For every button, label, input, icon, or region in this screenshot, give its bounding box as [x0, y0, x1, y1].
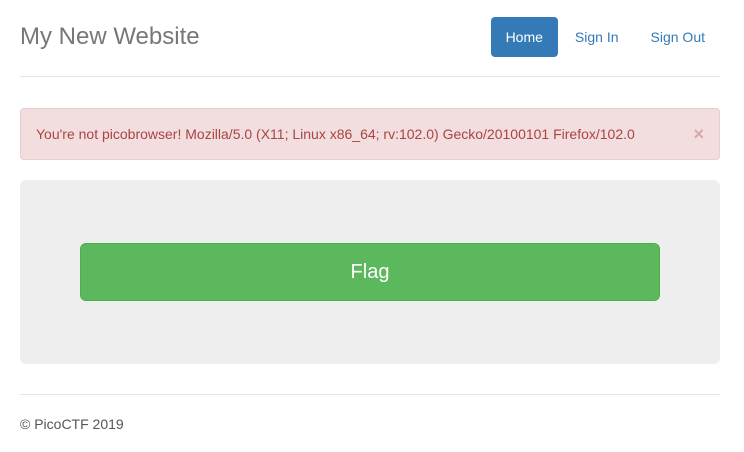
error-alert: You're not picobrowser! Mozilla/5.0 (X11… [20, 108, 720, 160]
footer: © PicoCTF 2019 [20, 394, 720, 452]
alert-message: You're not picobrowser! Mozilla/5.0 (X11… [36, 126, 635, 142]
footer-copyright: © PicoCTF 2019 [20, 416, 124, 432]
site-title: My New Website [20, 23, 200, 50]
nav-sign-out-link[interactable]: Sign Out [636, 17, 720, 57]
close-icon[interactable]: × [693, 109, 704, 159]
jumbotron: Flag [20, 180, 720, 364]
nav-home-link[interactable]: Home [490, 17, 558, 57]
page: My New Website Home Sign In Sign Out You… [0, 0, 744, 452]
header: My New Website Home Sign In Sign Out [20, 0, 720, 77]
flag-button[interactable]: Flag [80, 243, 660, 301]
nav-sign-in-link[interactable]: Sign In [560, 17, 634, 57]
nav-pills: Home Sign In Sign Out [489, 17, 720, 57]
